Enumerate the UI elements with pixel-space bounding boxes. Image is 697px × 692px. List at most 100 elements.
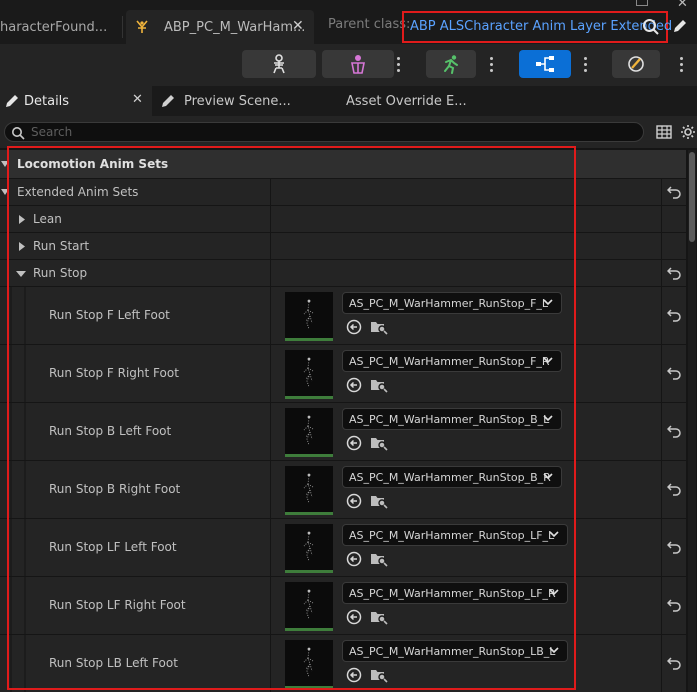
details-property-grid: Locomotion Anim Sets Extended Anim Sets … [0, 150, 686, 692]
asset-picker-combo[interactable]: AS_PC_M_WarHammer_RunStop_B_L [342, 408, 562, 430]
character-mesh-icon [351, 55, 365, 74]
reset-to-default-icon[interactable] [667, 185, 681, 199]
browse-to-asset-icon[interactable] [370, 435, 388, 451]
tab-anim-blueprint[interactable]: ABP_PC_M_WarHam... [126, 10, 314, 44]
use-selected-asset-icon[interactable] [346, 667, 362, 683]
asset-picker-combo[interactable]: AS_PC_M_WarHammer_RunStop_LB_L [342, 640, 568, 662]
browse-to-asset-icon[interactable] [370, 319, 388, 335]
window-close-icon[interactable]: ✕ [677, 0, 688, 11]
category-locomotion-anim-sets[interactable]: Locomotion Anim Sets [0, 150, 686, 179]
animation-thumbnail[interactable] [285, 582, 333, 631]
tab-preview-scene[interactable]: Preview Scene... [160, 86, 330, 116]
search-input[interactable]: Search [4, 122, 644, 142]
column-divider [661, 519, 662, 576]
close-details-icon[interactable]: ✕ [132, 92, 143, 107]
column-divider [270, 260, 271, 286]
subcategory-run-start[interactable]: Run Start [0, 233, 686, 260]
use-selected-asset-icon[interactable] [346, 551, 362, 567]
reset-to-default-icon[interactable] [667, 424, 681, 438]
use-selected-asset-icon[interactable] [346, 609, 362, 625]
property-row: Run Stop LB Left Foot AS_PC_M_WarHammer_R… [0, 635, 686, 692]
browse-to-asset-icon[interactable] [370, 609, 388, 625]
reset-to-default-icon[interactable] [667, 540, 681, 554]
animation-thumbnail[interactable] [285, 292, 333, 341]
edit-pencil-icon[interactable] [672, 18, 688, 34]
column-divider [270, 403, 271, 460]
asset-picker-combo[interactable]: AS_PC_M_WarHammer_RunStop_F_L [342, 292, 562, 314]
collapsed-arrow-icon[interactable] [18, 215, 26, 224]
subcategory-lean[interactable]: Lean [0, 206, 686, 233]
table-view-icon[interactable] [656, 125, 672, 139]
reset-to-default-icon[interactable] [667, 266, 681, 280]
animation-editor-button[interactable] [426, 50, 476, 78]
animation-options-kebab-icon[interactable] [482, 50, 500, 78]
use-selected-asset-icon[interactable] [346, 319, 362, 335]
reset-to-default-icon[interactable] [667, 308, 681, 322]
browse-to-asset-icon[interactable] [370, 667, 388, 683]
chevron-down-icon [549, 531, 559, 538]
tab-divider [122, 16, 123, 38]
blueprint-editor-button[interactable] [519, 50, 571, 78]
subcategory-run-stop[interactable]: Run Stop [0, 260, 686, 287]
tab-asset-override[interactable]: Asset Override E... [346, 86, 506, 116]
indent-guide [10, 345, 12, 402]
tab-character-foundation[interactable]: haracterFound... [0, 10, 122, 44]
use-selected-asset-icon[interactable] [346, 377, 362, 393]
indent-guide [10, 577, 12, 634]
column-divider [270, 179, 271, 205]
parent-class-value[interactable]: ABP ALSCharacter Anim Layer Extended [410, 19, 672, 34]
reset-to-default-icon[interactable] [667, 598, 681, 612]
parent-class-link[interactable]: ABP ALSCharacter Anim Layer Extended [402, 11, 672, 43]
reset-to-default-icon[interactable] [667, 366, 681, 380]
property-label: Run Stop LF Right Foot [49, 598, 186, 612]
reset-to-default-icon[interactable] [667, 482, 681, 496]
browse-to-asset-icon[interactable] [370, 551, 388, 567]
mesh-options-kebab-icon[interactable] [389, 50, 407, 78]
indent-guide [10, 461, 12, 518]
column-divider [270, 206, 271, 232]
asset-picker-combo[interactable]: AS_PC_M_WarHammer_RunStop_B_R [342, 466, 562, 488]
scrollbar-thumb[interactable] [689, 152, 695, 242]
reset-to-default-icon[interactable] [667, 656, 681, 670]
collapsed-arrow-icon[interactable] [18, 242, 26, 251]
expanded-arrow-icon[interactable] [1, 160, 9, 168]
physics-asset-icon [628, 56, 644, 72]
browse-to-asset-icon[interactable] [370, 377, 388, 393]
physics-editor-button[interactable] [612, 50, 660, 78]
subcategory-extended-anim-sets[interactable]: Extended Anim Sets [0, 179, 686, 206]
skeleton-editor-button[interactable] [242, 50, 316, 78]
skeleton-preview-icon [303, 647, 314, 678]
property-row: Run Stop B Left Foot AS_PC_M_WarHammer_Ru… [0, 403, 686, 461]
settings-gear-icon[interactable] [680, 124, 696, 140]
expanded-arrow-icon[interactable] [16, 270, 26, 278]
window-restore-icon[interactable] [636, 0, 648, 6]
animation-blueprint-icon [136, 20, 148, 33]
property-row: Run Stop F Right Foot AS_PC_M_WarHammer_R… [0, 345, 686, 403]
property-label: Run Stop LB Left Foot [49, 656, 178, 670]
asset-picker-combo[interactable]: AS_PC_M_WarHammer_RunStop_LF_L [342, 524, 568, 546]
mesh-editor-button[interactable] [322, 50, 394, 78]
animation-thumbnail[interactable] [285, 408, 333, 457]
expanded-arrow-icon[interactable] [1, 188, 9, 196]
physics-options-kebab-icon[interactable] [672, 50, 690, 78]
animation-thumbnail[interactable] [285, 350, 333, 399]
details-search-row: Search [0, 116, 697, 148]
skeleton-icon [273, 54, 285, 74]
browse-to-asset-icon[interactable] [370, 493, 388, 509]
property-label: Run Stop LF Left Foot [49, 540, 177, 554]
blueprint-options-kebab-icon[interactable] [576, 50, 594, 78]
column-divider [270, 635, 271, 692]
asset-picker-combo[interactable]: AS_PC_M_WarHammer_RunStop_LF_R [342, 582, 568, 604]
animation-thumbnail[interactable] [285, 524, 333, 573]
use-selected-asset-icon[interactable] [346, 493, 362, 509]
animation-thumbnail[interactable] [285, 640, 333, 689]
use-selected-asset-icon[interactable] [346, 435, 362, 451]
indent-guide [10, 635, 12, 692]
tab-details[interactable]: Details [0, 86, 152, 116]
asset-picker-combo[interactable]: AS_PC_M_WarHammer_RunStop_F_R [342, 350, 562, 372]
tab-close-icon[interactable]: ✕ [292, 18, 304, 34]
details-pencil-icon [6, 95, 18, 107]
browse-search-icon[interactable] [642, 18, 660, 36]
animation-thumbnail[interactable] [285, 466, 333, 515]
skeleton-preview-icon [303, 531, 314, 562]
